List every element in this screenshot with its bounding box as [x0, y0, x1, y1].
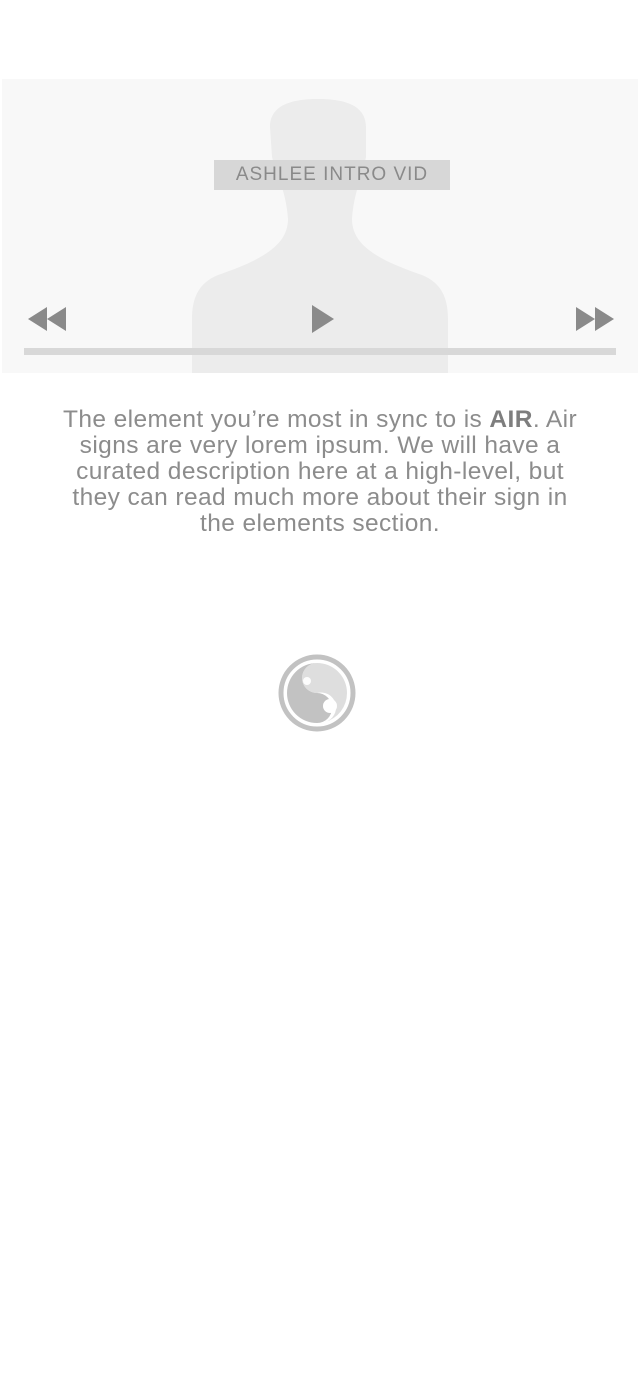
element-name: AIR [489, 406, 533, 433]
swirl-logo-icon [277, 653, 357, 733]
play-button[interactable] [308, 304, 336, 334]
fast-forward-button[interactable] [574, 306, 616, 332]
rewind-button[interactable] [26, 306, 68, 332]
description-text-before: The element you’re most in sync to is [62, 406, 490, 433]
video-progress-bar[interactable] [24, 348, 616, 355]
video-player[interactable]: ASHLEE INTRO VID [2, 79, 638, 373]
element-description: The element you’re most in sync to is AI… [60, 407, 580, 537]
fast-forward-icon [576, 307, 614, 331]
rewind-icon [28, 307, 66, 331]
video-title-label: ASHLEE INTRO VID [214, 160, 450, 190]
play-icon [312, 305, 334, 333]
